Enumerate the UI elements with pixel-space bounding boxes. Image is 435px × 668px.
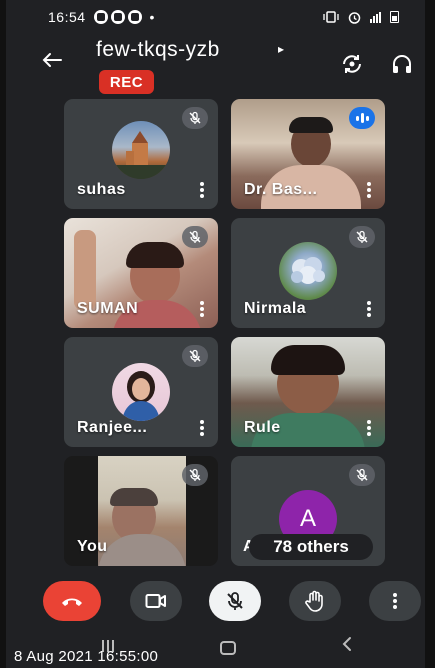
participant-name: suhas — [77, 181, 126, 198]
more-vert-icon[interactable] — [200, 301, 204, 317]
participant-name: Nirmala — [244, 300, 307, 317]
speaking-indicator-icon — [349, 107, 375, 129]
camera-button[interactable] — [130, 581, 182, 621]
notification-icons — [93, 10, 142, 24]
participant-tile[interactable]: Rule — [231, 337, 385, 447]
switch-camera-icon[interactable] — [339, 52, 365, 76]
more-vert-icon — [393, 593, 397, 609]
notification-icon — [110, 10, 125, 24]
signal-icon — [370, 11, 381, 23]
call-end-icon — [62, 598, 82, 606]
participant-tile[interactable]: Dr. Bas... — [231, 99, 385, 209]
participant-tile[interactable]: Ranjee... — [64, 337, 218, 447]
participant-name: Rule — [244, 419, 281, 436]
back-arrow-icon[interactable] — [40, 48, 64, 72]
mic-off-icon — [182, 226, 208, 248]
more-vert-icon[interactable] — [367, 182, 371, 198]
hand-icon — [305, 590, 323, 612]
status-bar: 16:54 • — [6, 0, 425, 34]
call-controls — [6, 575, 425, 627]
participant-avatar — [112, 121, 170, 179]
meeting-code[interactable]: few-tkqs-yzb — [96, 38, 220, 62]
capture-timestamp: 8 Aug 2021 16:55:00 — [14, 648, 159, 665]
others-count-pill[interactable]: 78 others — [249, 534, 373, 560]
status-time: 16:54 — [48, 9, 86, 25]
participant-avatar — [112, 363, 170, 421]
back-icon[interactable] — [342, 636, 352, 657]
participant-name: You — [77, 538, 108, 555]
mic-off-icon — [182, 107, 208, 129]
meeting-details-caret-icon[interactable]: ▸ — [278, 42, 284, 56]
self-view-tile[interactable]: You — [64, 456, 218, 566]
participant-tile[interactable]: Nirmala — [231, 218, 385, 328]
more-vert-icon[interactable] — [200, 182, 204, 198]
notification-icon — [93, 10, 108, 24]
home-icon[interactable] — [220, 641, 236, 655]
others-tile[interactable]: A A 78 others — [231, 456, 385, 566]
system-icons — [323, 11, 399, 24]
more-vert-icon[interactable] — [367, 301, 371, 317]
mic-off-icon — [349, 226, 375, 248]
more-vert-icon[interactable] — [200, 420, 204, 436]
participant-avatar — [279, 242, 337, 300]
participant-hair — [271, 345, 345, 375]
participant-name: Dr. Bas... — [244, 181, 318, 198]
self-video — [98, 456, 186, 566]
more-options-button[interactable] — [369, 581, 421, 621]
mic-off-icon — [349, 464, 375, 486]
participant-tile[interactable]: suhas — [64, 99, 218, 209]
more-notifications-dot: • — [149, 9, 155, 25]
alarm-icon — [348, 11, 361, 24]
call-header: few-tkqs-yzb ▸ REC — [6, 34, 425, 98]
participant-hair — [126, 242, 184, 268]
raise-hand-button[interactable] — [289, 581, 341, 621]
vibrate-icon — [323, 11, 339, 23]
participant-hair — [289, 117, 333, 133]
more-vert-icon[interactable] — [367, 420, 371, 436]
participant-hair — [110, 488, 158, 506]
participant-tile[interactable]: SUMAN — [64, 218, 218, 328]
participant-name: Ranjee... — [77, 419, 148, 436]
participant-hand — [74, 230, 96, 310]
mic-off-icon — [182, 464, 208, 486]
headphones-icon[interactable] — [390, 52, 414, 76]
microphone-button[interactable] — [209, 581, 261, 621]
meet-screen: 16:54 • few-tkqs-yzb ▸ REC suhas Dr. Bas… — [0, 0, 435, 668]
notification-icon — [127, 10, 142, 24]
participant-name: SUMAN — [77, 300, 139, 317]
battery-icon — [390, 11, 399, 23]
mic-off-icon — [227, 592, 243, 610]
participant-clothing — [98, 534, 186, 566]
mic-off-icon — [182, 345, 208, 367]
end-call-button[interactable] — [43, 581, 101, 621]
recording-badge: REC — [99, 70, 154, 94]
videocam-icon — [145, 594, 166, 608]
